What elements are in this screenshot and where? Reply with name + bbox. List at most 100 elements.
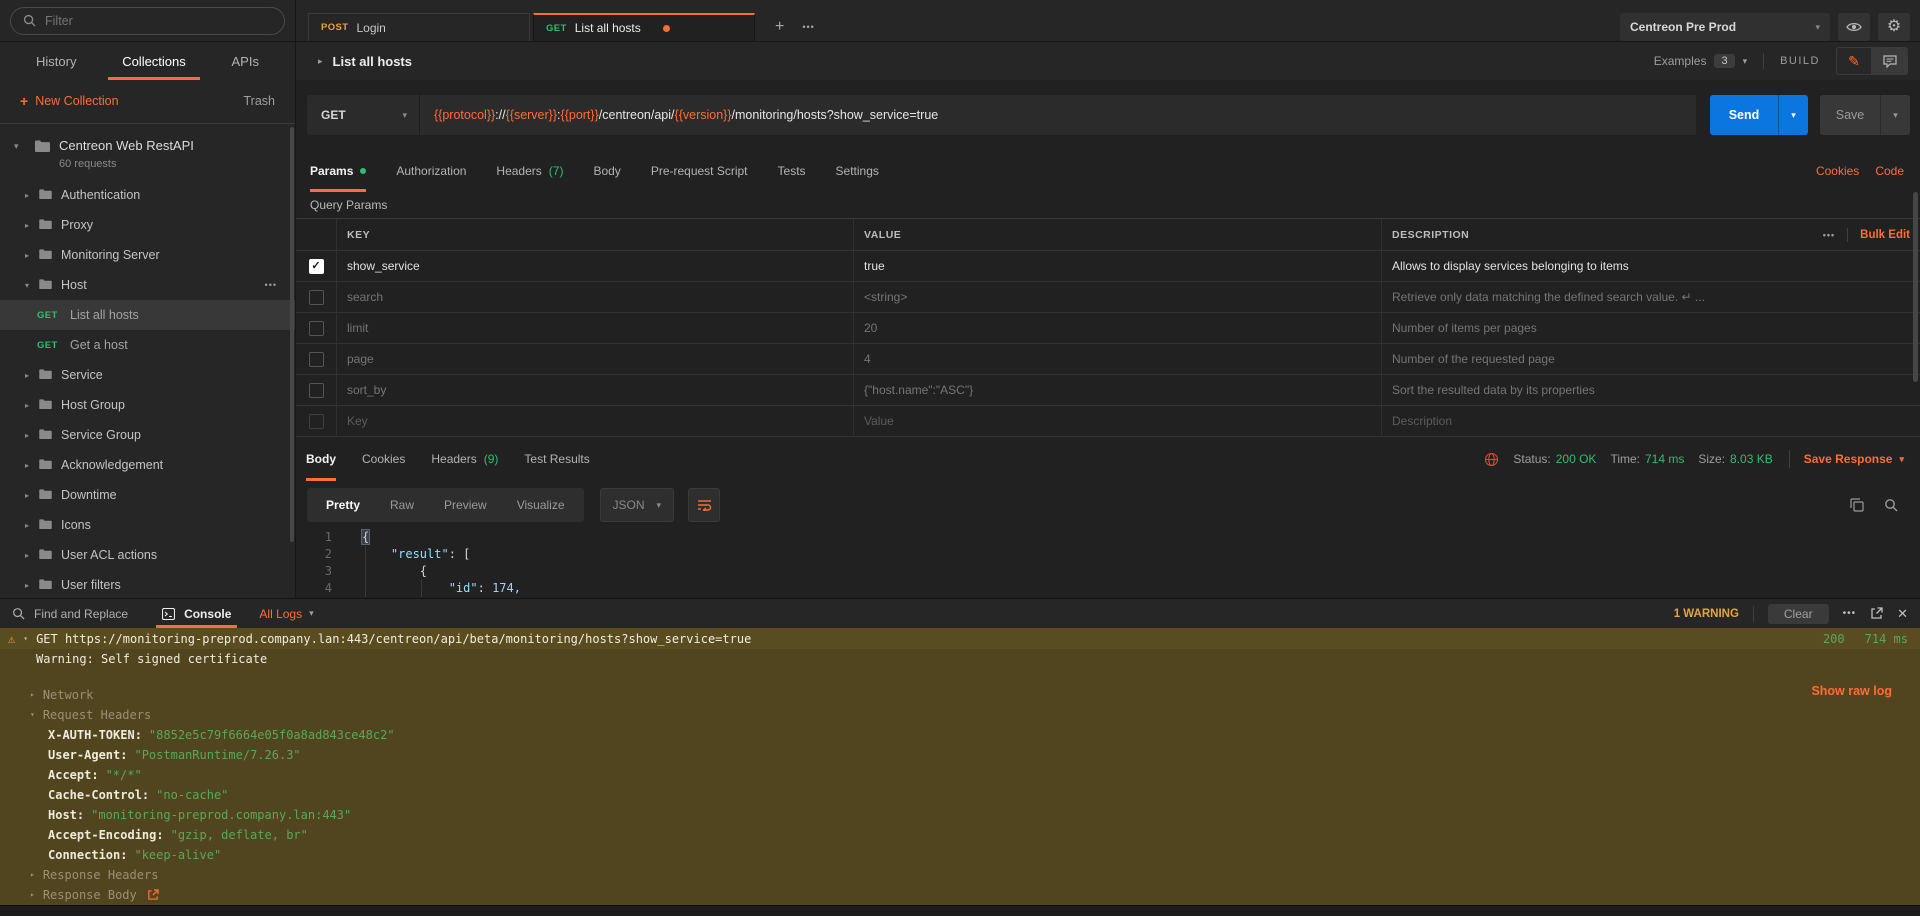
params-more-options-icon[interactable]: ••• xyxy=(1823,230,1835,240)
send-options-button[interactable]: ▾ xyxy=(1778,95,1808,135)
bulk-edit-link[interactable]: Bulk Edit xyxy=(1860,229,1910,241)
trash-button[interactable]: Trash xyxy=(244,94,276,108)
tab-pre-request-script[interactable]: Pre-request Script xyxy=(651,150,748,192)
new-collection-button[interactable]: +New Collection xyxy=(20,93,119,109)
clear-console-button[interactable]: Clear xyxy=(1768,604,1829,624)
request-tab-login[interactable]: POST Login xyxy=(308,13,530,41)
url-input[interactable]: {{protocol}}://{{server}}:{{port}}/centr… xyxy=(420,95,1696,135)
response-tab-cookies[interactable]: Cookies xyxy=(362,437,405,481)
collection-header[interactable]: ▾ Centreon Web RestAPI 60 requests xyxy=(0,124,295,180)
environment-quick-look-button[interactable] xyxy=(1838,13,1870,41)
tab-settings[interactable]: Settings xyxy=(836,150,879,192)
all-logs-dropdown[interactable]: All Logs ▾ xyxy=(259,607,313,621)
sidebar-folder-authentication[interactable]: ▸ Authentication xyxy=(0,180,295,210)
param-key[interactable]: show_service xyxy=(337,251,854,281)
new-tab-button[interactable]: + xyxy=(775,18,784,36)
show-raw-log-link[interactable]: Show raw log xyxy=(1811,684,1892,698)
edit-mode-button[interactable]: ✎ xyxy=(1836,47,1872,75)
console-tab[interactable]: Console xyxy=(156,599,237,628)
param-value[interactable]: <string> xyxy=(854,282,1382,312)
examples-label[interactable]: Examples xyxy=(1654,54,1707,68)
tab-authorization[interactable]: Authorization xyxy=(396,150,466,192)
param-description[interactable]: Number of the requested page xyxy=(1382,344,1920,374)
tab-body[interactable]: Body xyxy=(593,150,620,192)
sidebar-folder-acknowledgement[interactable]: ▸ Acknowledgement xyxy=(0,450,295,480)
comments-button[interactable] xyxy=(1872,47,1908,75)
send-button[interactable]: Send xyxy=(1710,95,1778,135)
console-request-headers-node[interactable]: ▾ Request Headers xyxy=(0,705,1920,725)
filter-search-box[interactable] xyxy=(10,7,285,35)
sidebar-folder-service[interactable]: ▸ Service xyxy=(0,360,295,390)
search-icon[interactable] xyxy=(1884,498,1898,512)
tab-headers[interactable]: Headers(7) xyxy=(496,150,563,192)
tab-options-icon[interactable]: ••• xyxy=(802,22,814,32)
code-link[interactable]: Code xyxy=(1875,164,1904,178)
param-value[interactable]: 4 xyxy=(854,344,1382,374)
console-response-headers-node[interactable]: ▸ Response Headers xyxy=(0,865,1920,885)
checkbox-unchecked[interactable] xyxy=(309,352,324,367)
checkbox-unchecked[interactable] xyxy=(309,383,324,398)
save-response-button[interactable]: Save Response▾ xyxy=(1804,452,1904,466)
param-key[interactable]: search xyxy=(337,282,854,312)
tab-tests[interactable]: Tests xyxy=(778,150,806,192)
view-pretty[interactable]: Pretty xyxy=(311,498,375,512)
console-request-row[interactable]: ⚠ ▾ GET https://monitoring-preprod.compa… xyxy=(0,628,1920,649)
warning-count[interactable]: 1 WARNING xyxy=(1674,608,1739,620)
chevron-down-icon[interactable]: ▾ xyxy=(23,634,28,643)
view-preview[interactable]: Preview xyxy=(429,498,502,512)
save-button[interactable]: Save xyxy=(1820,95,1880,135)
request-tab-list-all-hosts[interactable]: GET List all hosts xyxy=(533,13,755,41)
console-response-body-node[interactable]: ▸ Response Body xyxy=(0,885,1920,905)
cookies-link[interactable]: Cookies xyxy=(1816,164,1859,178)
sidebar-folder-monitoring-server[interactable]: ▸ Monitoring Server xyxy=(0,240,295,270)
response-body-viewer[interactable]: 1 { 2 "result": [ 3 { 4 "id": 174, xyxy=(296,523,1920,597)
param-value-placeholder[interactable]: Value xyxy=(854,406,1382,436)
view-visualize[interactable]: Visualize xyxy=(502,498,580,512)
sidebar-tab-collections[interactable]: Collections xyxy=(108,52,200,80)
save-options-button[interactable]: ▾ xyxy=(1880,95,1910,135)
param-description[interactable]: Number of items per pages xyxy=(1382,313,1920,343)
chevron-down-icon[interactable]: ▾ xyxy=(14,141,26,152)
wrap-lines-button[interactable] xyxy=(688,488,720,522)
param-description[interactable]: Retrieve only data matching the defined … xyxy=(1382,282,1920,312)
console-log-area[interactable]: ⚠ ▾ GET https://monitoring-preprod.compa… xyxy=(0,628,1920,905)
main-scrollbar[interactable] xyxy=(1913,192,1918,382)
checkbox-unchecked[interactable] xyxy=(309,414,324,429)
param-value[interactable]: 20 xyxy=(854,313,1382,343)
view-raw[interactable]: Raw xyxy=(375,498,429,512)
sidebar-folder-downtime[interactable]: ▸ Downtime xyxy=(0,480,295,510)
open-in-new-window-icon[interactable] xyxy=(1870,607,1883,620)
param-value[interactable]: {"host.name":"ASC"} xyxy=(854,375,1382,405)
sidebar-scrollbar[interactable] xyxy=(290,127,294,542)
sidebar-folder-host-group[interactable]: ▸ Host Group xyxy=(0,390,295,420)
param-key[interactable]: page xyxy=(337,344,854,374)
sidebar-folder-user-acl-actions[interactable]: ▸ User ACL actions xyxy=(0,540,295,570)
method-dropdown[interactable]: GET ▾ xyxy=(307,95,420,135)
param-key-placeholder[interactable]: Key xyxy=(337,406,854,436)
filter-input[interactable] xyxy=(45,14,272,28)
sidebar-folder-proxy[interactable]: ▸ Proxy xyxy=(0,210,295,240)
sidebar-folder-icons[interactable]: ▸ Icons xyxy=(0,510,295,540)
response-tab-test-results[interactable]: Test Results xyxy=(524,437,589,481)
sidebar-tab-history[interactable]: History xyxy=(22,52,90,80)
response-tab-headers[interactable]: Headers(9) xyxy=(431,437,498,481)
settings-button[interactable]: ⚙ xyxy=(1878,13,1910,41)
sidebar-folder-service-group[interactable]: ▸ Service Group xyxy=(0,420,295,450)
sidebar-request-get-a-host[interactable]: GET Get a host xyxy=(0,330,295,360)
sidebar-folder-host[interactable]: ▾ Host ••• xyxy=(0,270,295,300)
sidebar-folder-user-filters[interactable]: ▸ User filters xyxy=(0,570,295,598)
param-key[interactable]: limit xyxy=(337,313,854,343)
external-link-icon[interactable] xyxy=(147,889,159,901)
sidebar-request-list-all-hosts[interactable]: GET List all hosts xyxy=(0,300,295,330)
response-tab-body[interactable]: Body xyxy=(306,437,336,481)
tab-params[interactable]: Params xyxy=(310,150,366,192)
param-description[interactable]: Allows to display services belonging to … xyxy=(1382,251,1920,281)
chevron-down-icon[interactable]: ▾ xyxy=(1743,56,1748,67)
param-value[interactable]: true xyxy=(854,251,1382,281)
environment-selector[interactable]: Centreon Pre Prod ▾ xyxy=(1620,13,1830,41)
checkbox-unchecked[interactable] xyxy=(309,290,324,305)
param-key[interactable]: sort_by xyxy=(337,375,854,405)
ssl-error-globe-icon[interactable] xyxy=(1484,452,1499,467)
console-network-node[interactable]: ▸ Network xyxy=(0,685,1920,705)
sidebar-tab-apis[interactable]: APIs xyxy=(218,52,273,80)
